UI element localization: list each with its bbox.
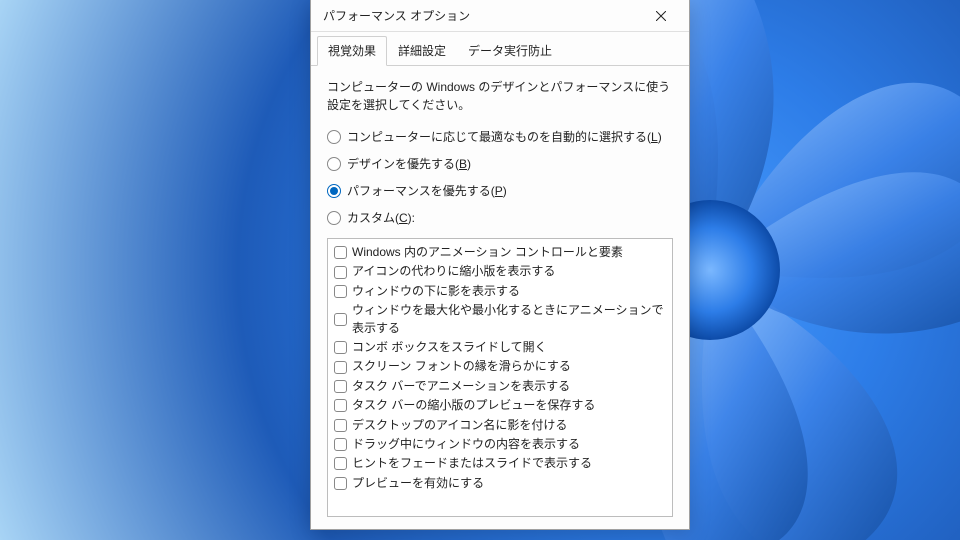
tabs: 視覚効果詳細設定データ実行防止 [311, 32, 689, 66]
tab-0[interactable]: 視覚効果 [317, 36, 387, 66]
titlebar: パフォーマンス オプション [311, 0, 689, 32]
effect-checkbox-10[interactable]: ヒントをフェードまたはスライドで表示する [332, 454, 668, 473]
checkbox-label: アイコンの代わりに縮小版を表示する [352, 263, 555, 280]
checkbox-indicator [334, 438, 347, 451]
radio-option-3[interactable]: カスタム(C): [327, 209, 673, 226]
effect-checkbox-8[interactable]: デスクトップのアイコン名に影を付ける [332, 416, 668, 435]
radio-label: カスタム(C): [347, 209, 415, 226]
checkbox-label: ウィンドウの下に影を表示する [352, 283, 520, 300]
checkbox-indicator [334, 266, 347, 279]
effect-checkbox-6[interactable]: タスク バーでアニメーションを表示する [332, 377, 668, 396]
desktop-background: パフォーマンス オプション 視覚効果詳細設定データ実行防止 コンピューターの W… [0, 0, 960, 540]
checkbox-indicator [334, 341, 347, 354]
performance-options-dialog: パフォーマンス オプション 視覚効果詳細設定データ実行防止 コンピューターの W… [310, 0, 690, 530]
radio-indicator [327, 211, 341, 225]
effect-checkbox-7[interactable]: タスク バーの縮小版のプレビューを保存する [332, 396, 668, 415]
checkbox-label: プレビューを有効にする [352, 475, 484, 492]
effect-checkbox-1[interactable]: アイコンの代わりに縮小版を表示する [332, 262, 668, 281]
checkbox-label: デスクトップのアイコン名に影を付ける [352, 417, 567, 434]
checkbox-indicator [334, 477, 347, 490]
checkbox-indicator [334, 457, 347, 470]
radio-label: デザインを優先する(B) [347, 155, 471, 172]
checkbox-label: Windows 内のアニメーション コントロールと要素 [352, 244, 623, 261]
tab-1[interactable]: 詳細設定 [387, 36, 457, 65]
checkbox-label: タスク バーの縮小版のプレビューを保存する [352, 397, 595, 414]
radio-label: コンピューターに応じて最適なものを自動的に選択する(L) [347, 128, 662, 145]
radio-option-0[interactable]: コンピューターに応じて最適なものを自動的に選択する(L) [327, 128, 673, 145]
close-button[interactable] [639, 2, 683, 30]
effect-checkbox-5[interactable]: スクリーン フォントの縁を滑らかにする [332, 357, 668, 376]
dialog-title: パフォーマンス オプション [323, 7, 639, 24]
radio-indicator [327, 157, 341, 171]
tab-content-visual-effects: コンピューターの Windows のデザインとパフォーマンスに使う設定を選択して… [311, 66, 689, 529]
checkbox-indicator [334, 399, 347, 412]
checkbox-indicator [334, 246, 347, 259]
checkbox-label: ウィンドウを最大化や最小化するときにアニメーションで表示する [352, 302, 666, 337]
checkbox-indicator [334, 285, 347, 298]
effect-checkbox-0[interactable]: Windows 内のアニメーション コントロールと要素 [332, 243, 668, 262]
checkbox-indicator [334, 419, 347, 432]
checkbox-label: ヒントをフェードまたはスライドで表示する [352, 455, 592, 472]
effects-listbox[interactable]: Windows 内のアニメーション コントロールと要素アイコンの代わりに縮小版を… [327, 238, 673, 517]
description-text: コンピューターの Windows のデザインとパフォーマンスに使う設定を選択して… [327, 78, 673, 114]
radio-group: コンピューターに応じて最適なものを自動的に選択する(L) デザインを優先する(B)… [327, 128, 673, 236]
effect-checkbox-2[interactable]: ウィンドウの下に影を表示する [332, 282, 668, 301]
radio-indicator [327, 184, 341, 198]
radio-option-2[interactable]: パフォーマンスを優先する(P) [327, 182, 673, 199]
checkbox-label: コンボ ボックスをスライドして開く [352, 339, 547, 356]
effect-checkbox-11[interactable]: プレビューを有効にする [332, 474, 668, 493]
radio-option-1[interactable]: デザインを優先する(B) [327, 155, 673, 172]
checkbox-label: スクリーン フォントの縁を滑らかにする [352, 358, 571, 375]
checkbox-indicator [334, 361, 347, 374]
checkbox-indicator [334, 313, 347, 326]
effect-checkbox-3[interactable]: ウィンドウを最大化や最小化するときにアニメーションで表示する [332, 301, 668, 338]
checkbox-indicator [334, 380, 347, 393]
radio-indicator [327, 130, 341, 144]
close-icon [656, 11, 666, 21]
effect-checkbox-4[interactable]: コンボ ボックスをスライドして開く [332, 338, 668, 357]
radio-label: パフォーマンスを優先する(P) [347, 182, 507, 199]
tab-2[interactable]: データ実行防止 [457, 36, 563, 65]
effect-checkbox-9[interactable]: ドラッグ中にウィンドウの内容を表示する [332, 435, 668, 454]
checkbox-label: ドラッグ中にウィンドウの内容を表示する [352, 436, 580, 453]
checkbox-label: タスク バーでアニメーションを表示する [352, 378, 570, 395]
